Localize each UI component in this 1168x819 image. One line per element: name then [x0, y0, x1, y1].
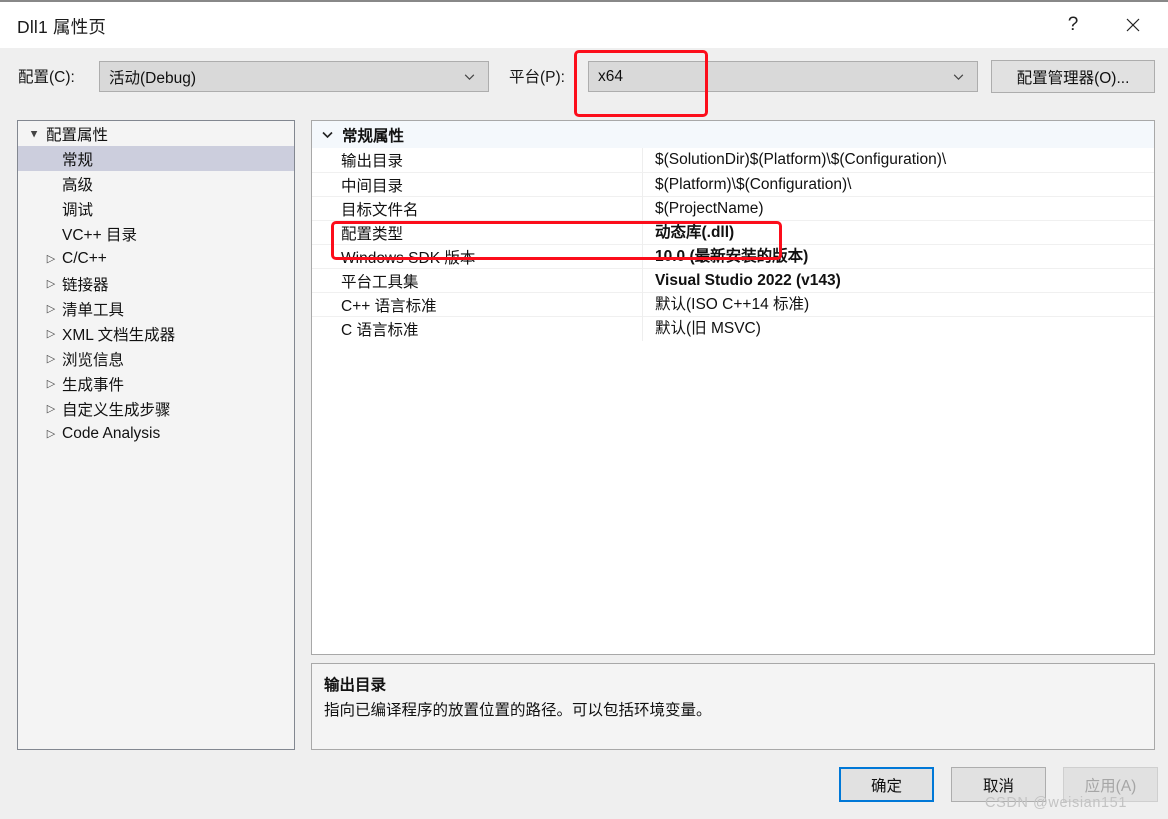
collapsed-arrow-icon: ▷: [46, 378, 56, 390]
configuration-label: 配置(C):: [18, 69, 75, 86]
tree-item-0[interactable]: ▲ 配置属性: [18, 121, 294, 146]
collapsed-arrow-icon: ▷: [46, 428, 56, 440]
close-button[interactable]: [1110, 2, 1156, 48]
description-panel: 输出目录 指向已编译程序的放置位置的路径。可以包括环境变量。: [311, 663, 1155, 750]
title-bar: Dll1 属性页 ?: [0, 2, 1168, 48]
grid-row-name: C++ 语言标准: [341, 297, 437, 315]
cancel-button[interactable]: 取消: [951, 767, 1046, 802]
tree-item-label: C/C++: [62, 249, 107, 267]
collapsed-arrow-icon: ▷: [46, 403, 56, 415]
tree-item-11[interactable]: ▷ 自定义生成步骤: [18, 396, 294, 421]
description-title: 输出目录: [324, 677, 387, 694]
tree-item-label: 配置属性: [46, 126, 109, 144]
collapsed-arrow-icon: ▷: [46, 253, 56, 265]
ok-button[interactable]: 确定: [839, 767, 934, 802]
grid-row[interactable]: 配置类型 动态库(.dll): [312, 220, 1154, 245]
platform-value: x64: [598, 67, 623, 85]
grid-row-name: 配置类型: [341, 225, 404, 243]
tree-item-9[interactable]: ▷ 浏览信息: [18, 346, 294, 371]
tree-item-1[interactable]: 常规: [18, 146, 294, 171]
chevron-down-icon: [953, 73, 964, 80]
apply-button: 应用(A): [1063, 767, 1158, 802]
grid-section-title: 常规属性: [342, 127, 405, 145]
property-tree[interactable]: ▲ 配置属性常规高级调试 VC++ 目录 ▷ C/C++ ▷ 链接器 ▷ 清单工具 ▷ XML 文档…: [17, 120, 295, 750]
tree-item-label: 高级: [62, 176, 94, 194]
grid-row-name: 中间目录: [341, 177, 404, 195]
chevron-down-icon: [464, 73, 475, 80]
grid-row[interactable]: 目标文件名 $(ProjectName): [312, 196, 1154, 221]
grid-row-value[interactable]: Visual Studio 2022 (v143): [642, 268, 1154, 293]
tree-item-6[interactable]: ▷ 链接器: [18, 271, 294, 296]
tree-item-label: 生成事件: [62, 376, 125, 394]
tree-item-label: 调试: [62, 201, 94, 219]
tree-item-label: VC++ 目录: [62, 226, 137, 244]
tree-item-label: 清单工具: [62, 301, 125, 319]
grid-row-name: 目标文件名: [341, 201, 419, 219]
tree-item-label: 自定义生成步骤: [62, 401, 171, 419]
platform-label: 平台(P):: [509, 69, 565, 86]
grid-row[interactable]: C 语言标准 默认(旧 MSVC): [312, 316, 1154, 341]
grid-row-value[interactable]: $(Platform)\$(Configuration)\: [642, 172, 1154, 197]
property-grid: 常规属性 输出目录 $(SolutionDir)$(Platform)\$(Con…: [311, 120, 1155, 655]
grid-row-value[interactable]: $(SolutionDir)$(Platform)\$(Configuratio…: [642, 148, 1154, 172]
tree-item-3[interactable]: 调试: [18, 196, 294, 221]
properties-dialog: Dll1 属性页 ? 配置(C): 活动(Debug) 平台(P): x64 配: [0, 0, 1168, 819]
tree-item-10[interactable]: ▷ 生成事件: [18, 371, 294, 396]
grid-row[interactable]: 中间目录 $(Platform)\$(Configuration)\: [312, 172, 1154, 197]
description-text: 指向已编译程序的放置位置的路径。可以包括环境变量。: [324, 702, 712, 719]
grid-rows: 输出目录 $(SolutionDir)$(Platform)\$(Configur…: [312, 148, 1154, 341]
grid-row-name: 平台工具集: [341, 273, 419, 291]
tree-item-label: 链接器: [62, 276, 109, 294]
grid-row-name: C 语言标准: [341, 321, 419, 339]
tree-item-7[interactable]: ▷ 清单工具: [18, 296, 294, 321]
grid-row-value[interactable]: $(ProjectName): [642, 196, 1154, 221]
tree-item-4[interactable]: VC++ 目录: [18, 221, 294, 246]
close-icon: [1126, 18, 1140, 32]
collapsed-arrow-icon: ▷: [46, 278, 56, 290]
grid-row-name: Windows SDK 版本: [341, 249, 476, 267]
grid-row[interactable]: 输出目录 $(SolutionDir)$(Platform)\$(Configur…: [312, 148, 1154, 172]
tree-item-label: 浏览信息: [62, 351, 125, 369]
grid-row[interactable]: C++ 语言标准 默认(ISO C++14 标准): [312, 292, 1154, 317]
collapsed-arrow-icon: ▷: [46, 328, 56, 340]
help-button[interactable]: ?: [1050, 2, 1096, 48]
configuration-bar: 配置(C): 活动(Debug) 平台(P): x64 配置管理器(O)...: [0, 48, 1168, 105]
grid-row-value[interactable]: 动态库(.dll): [642, 220, 1154, 245]
configuration-value: 活动(Debug): [109, 69, 196, 87]
grid-section-header[interactable]: 常规属性: [312, 121, 1154, 148]
collapsed-arrow-icon: ▷: [46, 303, 56, 315]
tree-item-label: 常规: [62, 151, 94, 169]
grid-row-value[interactable]: 10.0 (最新安装的版本): [642, 244, 1154, 269]
tree-item-label: Code Analysis: [62, 424, 161, 442]
grid-row-value[interactable]: 默认(ISO C++14 标准): [642, 292, 1154, 317]
tree-item-5[interactable]: ▷ C/C++: [18, 246, 294, 271]
grid-row[interactable]: 平台工具集 Visual Studio 2022 (v143): [312, 268, 1154, 293]
tree-item-label: XML 文档生成器: [62, 326, 176, 344]
platform-dropdown[interactable]: x64: [588, 61, 978, 92]
configuration-manager-button[interactable]: 配置管理器(O)...: [991, 60, 1155, 93]
tree-item-12[interactable]: ▷ Code Analysis: [18, 421, 294, 446]
grid-row-value[interactable]: 默认(旧 MSVC): [642, 316, 1154, 341]
grid-row[interactable]: Windows SDK 版本 10.0 (最新安装的版本): [312, 244, 1154, 269]
tree-item-8[interactable]: ▷ XML 文档生成器: [18, 321, 294, 346]
chevron-down-icon: [312, 128, 342, 141]
grid-row-name: 输出目录: [341, 153, 404, 170]
configuration-dropdown[interactable]: 活动(Debug): [99, 61, 489, 92]
dialog-title: Dll1 属性页: [17, 17, 107, 37]
expanded-arrow-icon: ▲: [28, 127, 40, 140]
tree-item-2[interactable]: 高级: [18, 171, 294, 196]
collapsed-arrow-icon: ▷: [46, 353, 56, 365]
question-mark-icon: ?: [1067, 14, 1079, 35]
